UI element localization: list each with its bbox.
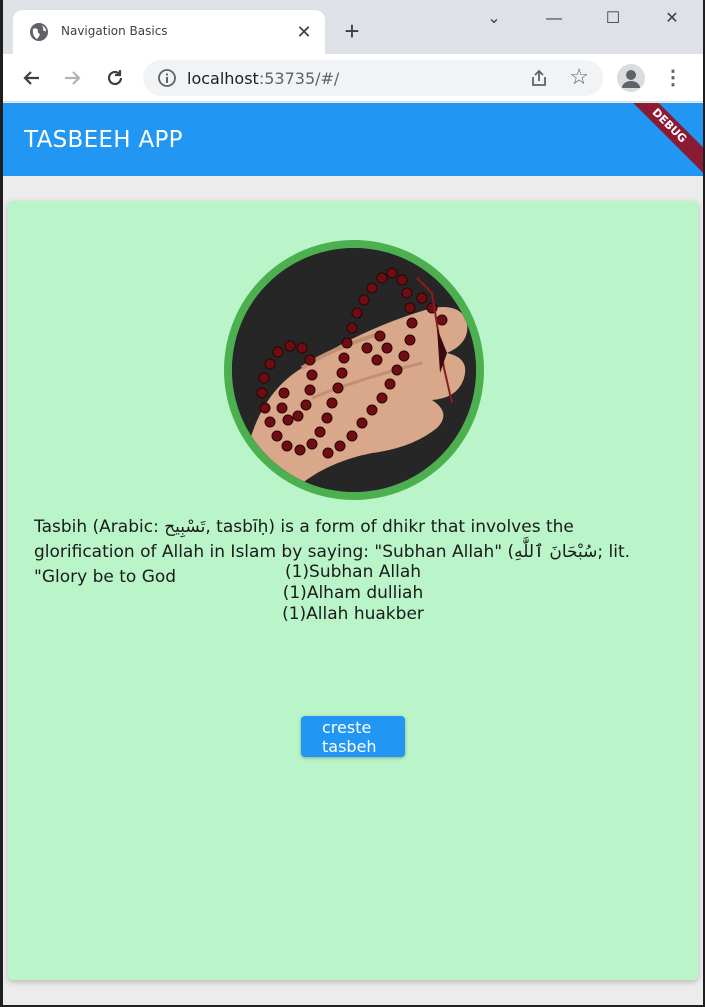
globe-icon xyxy=(30,23,48,41)
url-path: :53735/#/ xyxy=(258,69,340,88)
avatar-ring xyxy=(224,240,484,500)
url-host: localhost xyxy=(187,69,259,88)
share-icon[interactable] xyxy=(529,68,549,88)
close-tab-icon[interactable]: ✕ xyxy=(293,21,315,43)
address-bar[interactable]: localhost:53735/#/ ☆ xyxy=(143,60,603,96)
bookmark-star-icon[interactable]: ☆ xyxy=(569,65,589,89)
app-title: TASBEEH APP xyxy=(24,127,183,153)
browser-toolbar: localhost:53735/#/ ☆ ⋮ xyxy=(3,54,703,102)
dhikr-item: (1)Subhan Allah xyxy=(284,562,422,582)
dhikr-item: (1)Alham dulliah xyxy=(282,583,424,603)
tab-title: Navigation Basics xyxy=(61,24,168,38)
debug-banner: DEBUG xyxy=(613,103,703,176)
forward-arrow-icon[interactable] xyxy=(57,63,87,93)
minimize-icon[interactable]: — xyxy=(525,0,583,38)
dhikr-list: (1)Subhan Allah (1)Alham dulliah (1)Alla… xyxy=(8,562,698,625)
create-tasbeeh-button[interactable]: creste tasbeh xyxy=(301,716,405,757)
button-label-line: creste xyxy=(322,718,372,737)
dhikr-item: (1)Allah huakber xyxy=(282,604,424,624)
maximize-icon[interactable]: ☐ xyxy=(584,0,642,38)
window-close-icon[interactable]: ✕ xyxy=(643,0,701,38)
tasbih-beads-image xyxy=(232,248,476,492)
profile-avatar-icon[interactable] xyxy=(617,64,645,92)
tab-strip: Navigation Basics ✕ + ⌄ — ☐ ✕ xyxy=(3,0,703,54)
back-arrow-icon[interactable] xyxy=(17,63,47,93)
tab-search-icon[interactable]: ⌄ xyxy=(465,0,523,38)
button-label-line: tasbeh xyxy=(322,737,377,756)
page-body: Tasbih (Arabic: تَسْبِيح, tasbīḥ) is a f… xyxy=(3,176,703,1005)
url-text: localhost:53735/#/ xyxy=(187,69,339,88)
tasbeeh-card: Tasbih (Arabic: تَسْبِيح, tasbīḥ) is a f… xyxy=(8,201,698,980)
browser-tab[interactable]: Navigation Basics ✕ xyxy=(13,10,325,54)
browser-window: Navigation Basics ✕ + ⌄ — ☐ ✕ localhost:… xyxy=(3,0,703,1005)
app-bar: TASBEEH APP DEBUG xyxy=(3,103,703,176)
browser-menu-icon[interactable]: ⋮ xyxy=(663,66,683,90)
new-tab-button[interactable]: + xyxy=(339,18,365,44)
site-info-icon[interactable] xyxy=(157,68,177,88)
reload-icon[interactable] xyxy=(100,63,130,93)
